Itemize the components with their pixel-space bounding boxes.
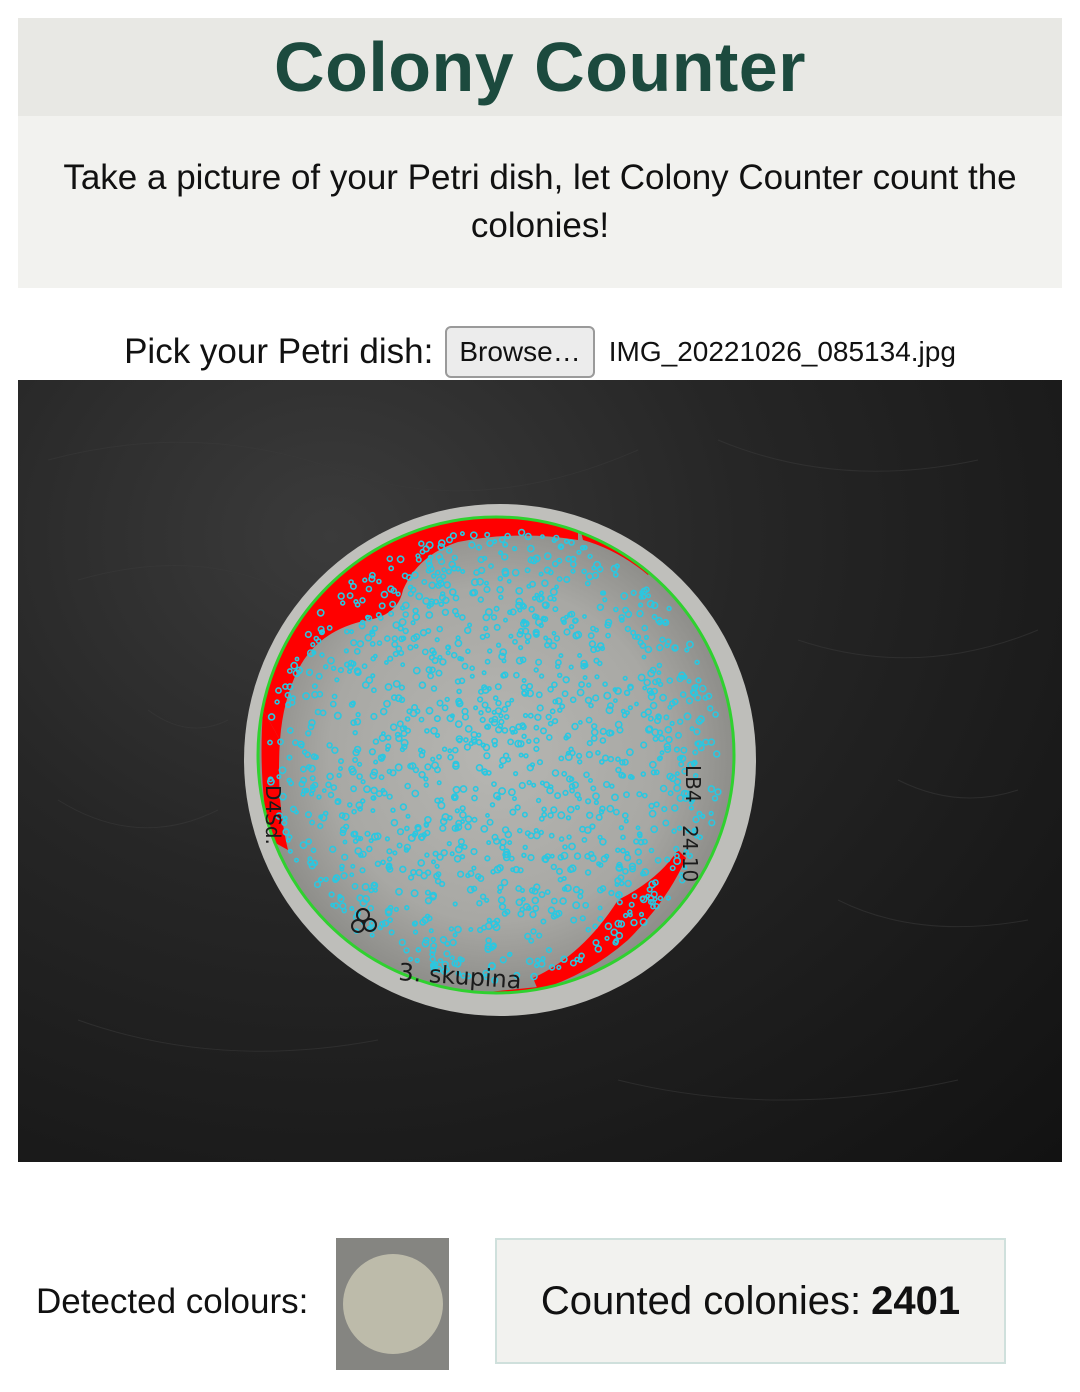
file-picker-label: Pick your Petri dish: (124, 332, 434, 371)
colony-counter-page: Colony Counter Take a picture of your Pe… (0, 0, 1080, 1392)
intro-box: Take a picture of your Petri dish, let C… (18, 116, 1062, 288)
colony-count-box: Counted colonies: 2401 (495, 1238, 1006, 1364)
detected-colours-label: Detected colours: (36, 1282, 309, 1321)
colony-count-label: Counted colonies: (540, 1278, 862, 1323)
dish-label-media: LB4 (681, 765, 705, 803)
browse-button[interactable]: Browse… (445, 326, 595, 378)
file-picker-row: Pick your Petri dish: Browse… IMG_202210… (0, 324, 1080, 380)
detected-colour-swatch (336, 1238, 449, 1370)
title-bar: Colony Counter (18, 18, 1062, 116)
page-title: Colony Counter (274, 28, 806, 106)
selected-file-name: IMG_20221026_085134.jpg (608, 336, 956, 367)
dish-label-sample: D4Sd. (261, 785, 285, 845)
intro-text: Take a picture of your Petri dish, let C… (63, 158, 1017, 245)
results-row: Detected colours: Counted colonies: 2401 (0, 1238, 1080, 1370)
detected-colour-dot (342, 1254, 443, 1354)
dish-label-date: 24.10 (678, 825, 702, 882)
petri-dish-overlay: 3. skupina LB4 24.10 D4Sd. (47, 439, 1039, 1101)
colony-count-value: 2401 (871, 1278, 961, 1323)
petri-dish-result-image: 3. skupina LB4 24.10 D4Sd. (18, 380, 1062, 1162)
